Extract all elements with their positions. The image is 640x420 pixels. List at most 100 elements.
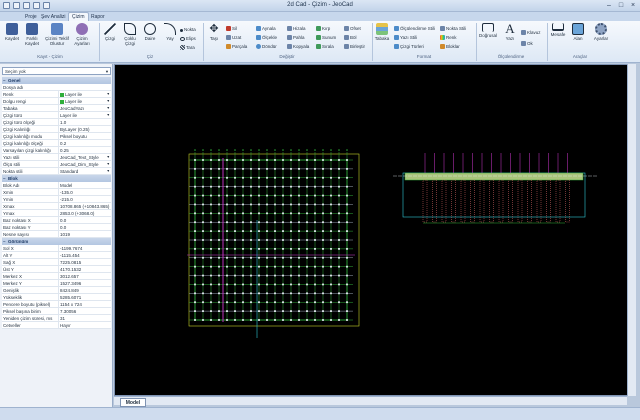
property-row[interactable]: Ymax 2853.0 (+3068.0) xyxy=(2,210,111,217)
property-row[interactable]: Varsayılan çizgi kalınlığı 0.25 xyxy=(2,147,111,154)
property-row[interactable]: Ölçü stili JeoCad_Dim_Style ▼ xyxy=(2,161,111,168)
line-types-button[interactable]: Çizgi Türleri xyxy=(394,43,424,50)
section-header[interactable]: Genel xyxy=(2,77,111,84)
area-button[interactable]: Alan xyxy=(568,23,588,52)
scale-button[interactable]: Ölçekle xyxy=(256,34,277,41)
chevron-down-icon[interactable]: ▼ xyxy=(107,161,110,168)
property-row[interactable]: Xmin -135.0 xyxy=(2,189,111,196)
property-row[interactable]: Yeniden çizim süresi, ms 31 xyxy=(2,315,111,322)
property-row[interactable]: Sol X -1199.7674 xyxy=(2,245,111,252)
property-row[interactable]: Çizgi türü Layer ile ▼ xyxy=(2,112,111,119)
property-row[interactable]: Sağ X 7225.0815 xyxy=(2,259,111,266)
blocks-button[interactable]: Bloklar xyxy=(440,43,460,50)
property-row[interactable]: Yükseklik 5285.6071 xyxy=(2,294,111,301)
arrow-button[interactable]: Ok xyxy=(521,40,533,47)
pile xyxy=(555,179,561,223)
line-button[interactable]: Çizgi xyxy=(100,23,120,52)
align-button[interactable]: Hizala xyxy=(287,25,306,32)
copy-button[interactable]: Kopyala xyxy=(287,43,309,50)
property-row[interactable]: Dolgu rengi Layer ile ▼ xyxy=(2,98,111,105)
join-button[interactable]: Birleştir xyxy=(344,43,365,50)
chevron-down-icon[interactable]: ▼ xyxy=(107,112,110,119)
explode-button[interactable]: Parçala xyxy=(226,43,247,50)
ellipse-button[interactable]: Elips xyxy=(180,35,196,42)
circle-button[interactable]: Daire xyxy=(140,23,160,52)
tab-cizim[interactable]: Çizim xyxy=(68,12,89,21)
color-button[interactable]: Renk xyxy=(440,34,457,41)
column-node xyxy=(298,274,300,277)
property-row[interactable]: Nesne sayısı 1019 xyxy=(2,231,111,238)
chevron-down-icon[interactable]: ▼ xyxy=(107,91,110,98)
horizontal-scrollbar[interactable] xyxy=(114,396,627,405)
property-row[interactable]: Yazı stili JeoCad_Text_Style ▼ xyxy=(2,154,111,161)
layer-button[interactable]: Tabaka xyxy=(372,23,392,52)
property-row[interactable]: Üst Y 4170.1532 xyxy=(2,266,111,273)
sort-button[interactable]: Sırala xyxy=(316,43,334,50)
drawing-canvas[interactable] xyxy=(114,64,636,396)
rotate-button[interactable]: Döndür xyxy=(256,43,277,50)
save-as-button[interactable]: Farklı Kaydet xyxy=(22,23,42,52)
property-row[interactable]: Baz noktası X 0.0 xyxy=(2,217,111,224)
delete-button[interactable]: Sil xyxy=(226,25,237,32)
stretch-button[interactable]: Sunum xyxy=(316,34,336,41)
text-button[interactable]: A Yazı xyxy=(500,22,520,52)
vertical-scrollbar[interactable] xyxy=(627,64,636,396)
polyline-button[interactable]: Çoklu Çizgi xyxy=(120,23,140,52)
minimize-icon[interactable]: – xyxy=(604,1,614,10)
offset-button[interactable]: Ofset xyxy=(344,25,361,32)
linear-dimension-button[interactable]: Doğrusal xyxy=(477,23,499,52)
section-header[interactable]: Blok xyxy=(2,175,111,182)
property-row[interactable]: Baz noktası Y 0.0 xyxy=(2,224,111,231)
dimension-style-button[interactable]: Ölçülendirme Stili xyxy=(394,25,435,32)
selection-combo[interactable]: Seçim yok ▼ xyxy=(2,67,111,75)
close-icon[interactable]: × xyxy=(628,1,638,10)
column-node xyxy=(274,301,276,304)
move-button[interactable]: ✥ Taşı xyxy=(204,23,224,52)
point-style-button[interactable]: Nokta Stili xyxy=(440,25,466,32)
save-button[interactable]: Kaydet xyxy=(2,23,22,52)
tab-model[interactable]: Model xyxy=(120,398,146,407)
divide-button[interactable]: Böl xyxy=(344,34,357,41)
distance-button[interactable]: Mesafe xyxy=(548,23,568,52)
property-row[interactable]: Dosya adı xyxy=(2,84,111,91)
arc-button[interactable]: Yay xyxy=(160,23,180,52)
create-drawing-quote-button[interactable]: Çizimi Teklif Olustur xyxy=(44,23,70,52)
column-node xyxy=(346,319,348,321)
leader-button[interactable]: Klavuz xyxy=(521,29,541,36)
property-row[interactable]: Xmax 10708.865 (+10843.865) xyxy=(2,203,111,210)
chevron-down-icon[interactable]: ▼ xyxy=(107,168,110,175)
property-row[interactable]: Merkez X 3012.657 xyxy=(2,273,111,280)
maximize-icon[interactable]: □ xyxy=(616,1,626,10)
tab-rapor[interactable]: Rapor xyxy=(88,13,108,21)
drawing-settings-button[interactable]: Çizim Ayarları xyxy=(72,23,92,52)
column-node xyxy=(274,319,276,321)
point-button[interactable]: Nokta xyxy=(180,26,196,33)
property-row[interactable]: Çizgi Kalınlığı ByLayer (0.25) xyxy=(2,126,111,133)
property-row[interactable]: Genişlik 8424.849 xyxy=(2,287,111,294)
property-row[interactable]: Tabaka JeoCadYazı ▼ xyxy=(2,105,111,112)
property-row[interactable]: Cetveller Hayır xyxy=(2,322,111,329)
tab-sev-analizi[interactable]: Şev Analizi xyxy=(38,13,68,21)
property-row[interactable]: Çizgi türü ölçeği 1.0 xyxy=(2,119,111,126)
property-row[interactable]: Merkez Y 1527.3496 xyxy=(2,280,111,287)
chamfer-button[interactable]: Pahla xyxy=(287,34,305,41)
trim-button[interactable]: Kırp xyxy=(316,25,330,32)
property-row[interactable]: Piksel başına birim 7.30056 xyxy=(2,308,111,315)
extend-button[interactable]: Uzat xyxy=(226,34,241,41)
section-header[interactable]: Görünüm xyxy=(2,238,111,245)
property-row[interactable]: Çizgi kalınlığı modu Piksel boyutu xyxy=(2,133,111,140)
chevron-down-icon[interactable]: ▼ xyxy=(107,105,110,112)
property-row[interactable]: Ymin -215.0 xyxy=(2,196,111,203)
property-row[interactable]: Pencere boyutu (piksel) 1154 x 724 xyxy=(2,301,111,308)
hatch-button[interactable]: Tara xyxy=(180,44,195,51)
chevron-down-icon[interactable]: ▼ xyxy=(107,98,110,105)
property-row[interactable]: Çizgi kalınlığı ölçeği 0.2 xyxy=(2,140,111,147)
text-style-button[interactable]: Yazı Stili xyxy=(394,34,417,41)
mirror-button[interactable]: Aynala xyxy=(256,25,276,32)
property-row[interactable]: Blok Adı Model xyxy=(2,182,111,189)
property-row[interactable]: Alt Y -1115.454 xyxy=(2,252,111,259)
settings-button[interactable]: Ayarlar xyxy=(590,23,612,52)
chevron-down-icon[interactable]: ▼ xyxy=(107,154,110,161)
property-row[interactable]: Nokta stili Standard ▼ xyxy=(2,168,111,175)
property-row[interactable]: Renk Layer ile ▼ xyxy=(2,91,111,98)
